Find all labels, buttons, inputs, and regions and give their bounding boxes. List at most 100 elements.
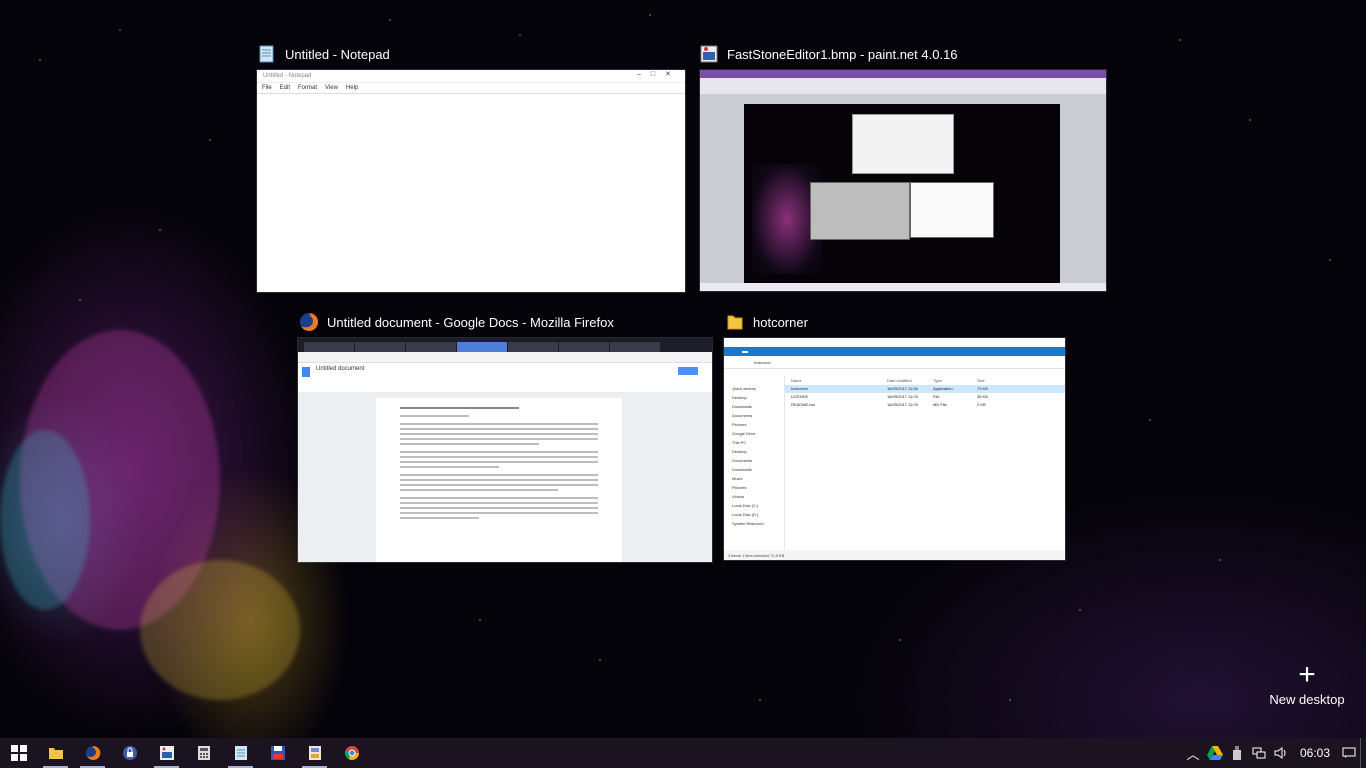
- network-icon[interactable]: [1248, 738, 1270, 768]
- text-line: [400, 484, 598, 486]
- taskbar: ︿ 06:03: [0, 738, 1366, 768]
- explorer-address-bar: hotcorner: [724, 356, 1065, 369]
- taskbar-paint-net[interactable]: [296, 738, 333, 768]
- paint-net-icon: [308, 746, 321, 760]
- pdn-canvas-area: [700, 94, 1106, 284]
- plus-icon: +: [1298, 658, 1316, 691]
- notepad-inner-title: Untitled - Notepad: [263, 73, 312, 79]
- file-name: LICENSE: [791, 394, 809, 399]
- text-line: [400, 438, 598, 440]
- file-list-header: Name Date modified Type Size: [785, 376, 1065, 385]
- text-line: [400, 461, 598, 463]
- share-button: [678, 367, 698, 375]
- file-name: hotcorner: [791, 386, 808, 391]
- nav-item: Downloads: [732, 404, 752, 409]
- taskbar-file-explorer[interactable]: [37, 738, 74, 768]
- volume-icon[interactable]: [1270, 738, 1292, 768]
- browser-tab-strip: [298, 338, 712, 352]
- text-line: [400, 415, 470, 417]
- file-date: 16/05/2017 11:06: [887, 386, 918, 391]
- text-line: [400, 451, 598, 453]
- lock-icon: [122, 746, 137, 760]
- system-tray: ︿ 06:03: [1182, 738, 1366, 768]
- column-header: Type: [933, 378, 942, 383]
- start-button[interactable]: [0, 738, 37, 768]
- firefox-thumbnail[interactable]: Untitled document: [298, 338, 712, 562]
- docs-logo-icon: [302, 367, 310, 377]
- google-drive-icon[interactable]: [1204, 738, 1226, 768]
- nav-item: Downloads: [732, 467, 752, 472]
- file-type: File: [933, 394, 940, 399]
- menu-item: Edit: [279, 85, 291, 91]
- window-title-bar[interactable]: FastStoneEditor1.bmp - paint.net 4.0.16: [699, 44, 958, 64]
- nav-item: Videos: [732, 494, 745, 499]
- explorer-nav-pane: Quick access Desktop Downloads Documents…: [724, 376, 785, 550]
- taskbar-firefox[interactable]: [74, 738, 111, 768]
- window-title-bar[interactable]: hotcorner: [725, 312, 808, 332]
- taskbar-calculator[interactable]: [185, 738, 222, 768]
- nav-item: Local Disk (C:): [732, 503, 759, 508]
- explorer-ribbon: [724, 347, 1065, 356]
- nav-item: System Reserved: [732, 521, 764, 526]
- file-size: 73 KB: [977, 386, 988, 391]
- explorer-status-bar: 3 items 1 item selected 72,5 KB: [724, 550, 1065, 560]
- explorer-thumbnail[interactable]: hotcorner Quick access Desktop Downloads…: [724, 338, 1065, 560]
- notepad-thumbnail[interactable]: Untitled - Notepad –□✕ File Edit Format …: [257, 70, 685, 292]
- nav-item: Desktop: [732, 449, 747, 454]
- text-line: [400, 497, 598, 499]
- wallpaper-art-stream: [0, 430, 90, 610]
- docs-header: Untitled document: [298, 363, 712, 394]
- text-line: [400, 428, 598, 430]
- file-row: hotcorner 16/05/2017 11:06 Application 7…: [785, 385, 1065, 393]
- nav-item: Google Drive: [732, 431, 756, 436]
- docs-page: [376, 398, 622, 562]
- action-center-icon[interactable]: [1338, 738, 1360, 768]
- text-line: [400, 433, 598, 435]
- notepad-icon: [259, 45, 274, 63]
- canvas-window-shot: [910, 182, 994, 238]
- text-line: [400, 407, 519, 409]
- file-row: LICENSE 16/05/2017 11:03 File 35 KB: [785, 393, 1065, 401]
- show-hidden-icons-chevron-up-icon[interactable]: ︿: [1182, 738, 1204, 768]
- text-line: [400, 479, 598, 481]
- google-drive-glyph: [1207, 746, 1223, 760]
- window-title-bar[interactable]: Untitled document - Google Docs - Mozill…: [299, 312, 614, 332]
- explorer-body: Quick access Desktop Downloads Documents…: [724, 376, 1065, 550]
- nav-item: Pictures: [732, 485, 747, 490]
- notepad-menubar: File Edit Format View Help: [257, 83, 685, 94]
- taskbar-floppy-app[interactable]: [259, 738, 296, 768]
- file-size: 2 KB: [977, 402, 986, 407]
- text-line: [400, 474, 598, 476]
- browser-tab: [508, 342, 558, 352]
- taskbar-faststone-editor[interactable]: [148, 738, 185, 768]
- nav-item: Local Disk (D:): [732, 512, 759, 517]
- paintnet-thumbnail[interactable]: [700, 70, 1106, 291]
- text-line: [400, 517, 480, 519]
- nav-item: Music: [732, 476, 743, 481]
- taskbar-keepass[interactable]: [111, 738, 148, 768]
- calculator-icon: [197, 746, 210, 760]
- window-controls-icon: –□✕: [637, 71, 681, 78]
- window-title: hotcorner: [753, 314, 808, 330]
- text-line: [400, 456, 598, 458]
- nav-item: Pictures: [732, 422, 747, 427]
- taskbar-chrome[interactable]: [333, 738, 370, 768]
- browser-tab: [304, 342, 354, 352]
- ribbon-tab: [742, 350, 748, 353]
- address-text: hotcorner: [754, 359, 771, 365]
- new-desktop-label: New desktop: [1269, 692, 1345, 707]
- new-desktop-button[interactable]: + New desktop: [1262, 658, 1352, 708]
- text-line: [400, 443, 539, 445]
- browser-tab: [355, 342, 405, 352]
- taskbar-clock[interactable]: 06:03: [1292, 746, 1338, 760]
- explorer-inner-titlebar: [724, 338, 1065, 347]
- usb-drive-icon[interactable]: [1226, 738, 1248, 768]
- show-desktop-button[interactable]: [1360, 738, 1366, 768]
- window-title-bar[interactable]: Untitled - Notepad: [257, 44, 390, 64]
- file-date: 16/05/2017 11:03: [887, 402, 918, 407]
- notification-glyph: [1342, 747, 1356, 758]
- windows-logo-icon: [10, 745, 27, 761]
- canvas-window-shot: [810, 182, 910, 240]
- taskbar-notepad[interactable]: [222, 738, 259, 768]
- wallpaper-art-splash: [140, 560, 300, 700]
